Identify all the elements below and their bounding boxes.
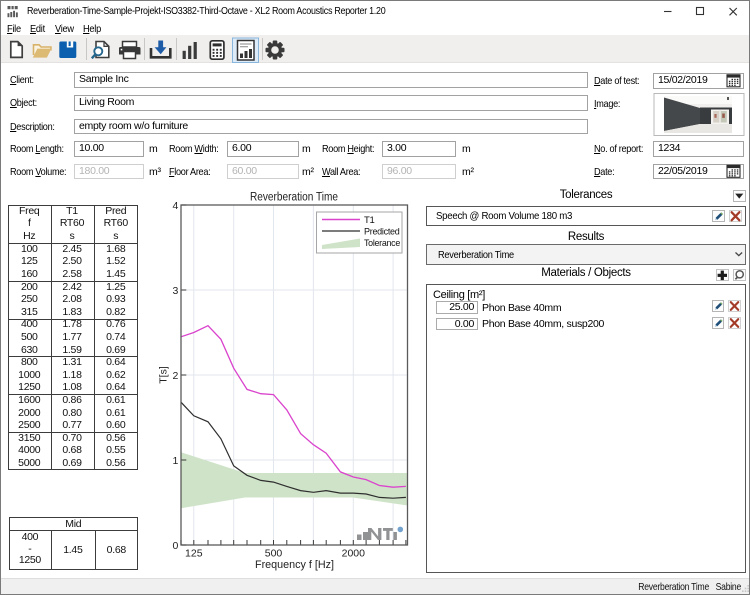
svg-text:2000: 2000 — [342, 547, 366, 559]
svg-text:Reverberation Time: Reverberation Time — [250, 192, 338, 204]
svg-text:3: 3 — [172, 285, 178, 297]
svg-text:T[s]: T[s] — [158, 366, 170, 384]
svg-text:2: 2 — [172, 370, 178, 382]
svg-text:Tolerance: Tolerance — [364, 238, 400, 249]
svg-text:Predicted: Predicted — [364, 227, 400, 238]
svg-text:T1: T1 — [364, 215, 375, 226]
svg-text:1: 1 — [172, 455, 178, 467]
svg-text:125: 125 — [185, 547, 203, 559]
svg-text:Frequency f [Hz]: Frequency f [Hz] — [255, 559, 334, 571]
svg-text:500: 500 — [265, 547, 283, 559]
svg-text:0: 0 — [172, 540, 178, 552]
svg-text:4: 4 — [172, 200, 178, 212]
